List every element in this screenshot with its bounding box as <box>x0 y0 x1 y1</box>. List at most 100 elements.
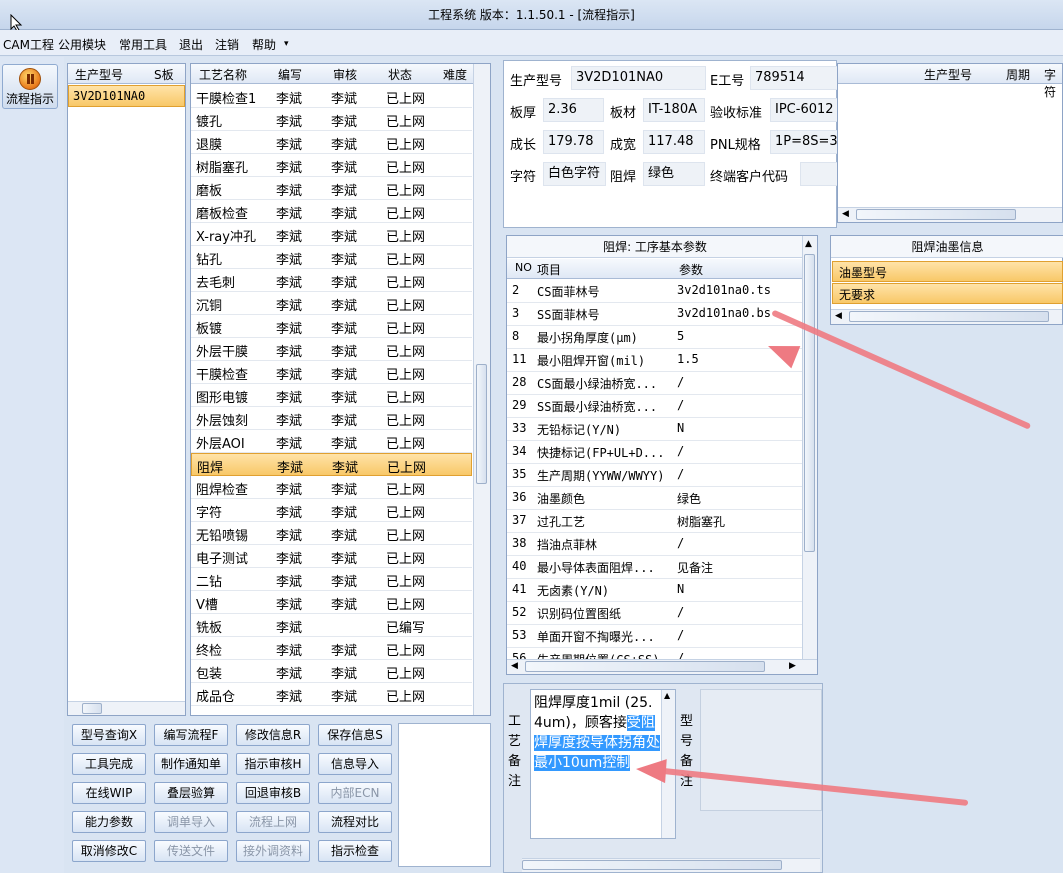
table-row[interactable]: 干膜检查1 李斌 李斌 已上网 <box>191 85 472 108</box>
table-row[interactable]: 去毛刺 李斌 李斌 已上网 <box>191 269 472 292</box>
mat-label: 板材 <box>610 106 637 121</box>
menu-exit[interactable]: 退出 <box>179 36 203 53</box>
table-cell: 李斌 <box>331 92 358 107</box>
param-row[interactable]: 37 过孔工艺 树脂塞孔 <box>507 510 803 533</box>
param-row[interactable]: 3 SS面菲林号 3v2d101na0.bs <box>507 303 803 326</box>
param-row[interactable]: 53 单面开窗不掏曝光... / <box>507 625 803 648</box>
model-list-hscroll[interactable] <box>68 701 185 715</box>
table-cell: 镀孔 <box>196 115 223 130</box>
table-row[interactable]: 外层干膜 李斌 李斌 已上网 <box>191 338 472 361</box>
ink-row[interactable]: 无要求 <box>832 283 1063 304</box>
table-cell: 已上网 <box>386 552 426 567</box>
table-row[interactable]: 成品仓 李斌 李斌 已上网 <box>191 683 472 706</box>
action-button[interactable]: 能力参数 <box>72 811 146 833</box>
table-row[interactable]: 钻孔 李斌 李斌 已上网 <box>191 246 472 269</box>
action-button[interactable]: 保存信息S <box>318 724 392 746</box>
table-row[interactable]: 二钻 李斌 李斌 已上网 <box>191 568 472 591</box>
param-row[interactable]: 11 最小阻焊开窗(mil) 1.5 <box>507 349 803 372</box>
menu-tools[interactable]: 常用工具 <box>119 36 167 53</box>
remarks-hscroll[interactable] <box>522 858 820 872</box>
table-cell: 李斌 <box>276 529 303 544</box>
action-button[interactable]: 接外调资料 <box>236 840 310 862</box>
param-hscroll[interactable]: ◀ ▶ <box>507 659 817 674</box>
right-model-hscroll[interactable]: ◀ <box>838 207 1062 222</box>
action-button[interactable]: 叠层验算 <box>154 782 228 804</box>
table-row[interactable]: 退膜 李斌 李斌 已上网 <box>191 131 472 154</box>
param-cell: 33 <box>512 421 527 435</box>
mat-value: IT-180A <box>643 98 705 122</box>
param-row[interactable]: 41 无卤素(Y/N) N <box>507 579 803 602</box>
action-button[interactable]: 指示检查 <box>318 840 392 862</box>
table-cell: 李斌 <box>331 575 358 590</box>
action-button[interactable]: 内部ECN <box>318 782 392 804</box>
action-button[interactable]: 型号查询X <box>72 724 146 746</box>
table-row[interactable]: 树脂塞孔 李斌 李斌 已上网 <box>191 154 472 177</box>
action-button[interactable]: 工具完成 <box>72 753 146 775</box>
action-button[interactable]: 取消修改C <box>72 840 146 862</box>
cust-label: 终端客户代码 <box>710 170 789 185</box>
param-row[interactable]: 2 CS面菲林号 3v2d101na0.ts <box>507 280 803 303</box>
table-row[interactable]: 阻焊检查 李斌 李斌 已上网 <box>191 476 472 499</box>
action-button[interactable]: 在线WIP <box>72 782 146 804</box>
action-button[interactable]: 回退审核B <box>236 782 310 804</box>
param-row[interactable]: 36 油墨颜色 绿色 <box>507 487 803 510</box>
table-cell: 已上网 <box>386 138 426 153</box>
param-row[interactable]: 40 最小导体表面阻焊... 见备注 <box>507 556 803 579</box>
model-row[interactable]: 3V2D101NA0 <box>68 85 185 107</box>
param-row[interactable]: 38 挡油点菲林 / <box>507 533 803 556</box>
process-vscroll[interactable] <box>473 64 490 715</box>
table-row[interactable]: 镀孔 李斌 李斌 已上网 <box>191 108 472 131</box>
table-row[interactable]: 终检 李斌 李斌 已上网 <box>191 637 472 660</box>
ink-hscroll[interactable]: ◀ <box>831 309 1062 324</box>
table-row[interactable]: 电子测试 李斌 李斌 已上网 <box>191 545 472 568</box>
action-button[interactable]: 制作通知单 <box>154 753 228 775</box>
menu-overflow-icon[interactable]: ▾ <box>284 39 289 49</box>
menu-logout[interactable]: 注销 <box>215 36 239 53</box>
param-cell: 40 <box>512 559 527 573</box>
action-button[interactable]: 流程对比 <box>318 811 392 833</box>
param-row[interactable]: 33 无铅标记(Y/N) N <box>507 418 803 441</box>
param-row[interactable]: 52 识别码位置图纸 / <box>507 602 803 625</box>
param-row[interactable]: 29 SS面最小绿油桥宽... / <box>507 395 803 418</box>
table-row[interactable]: 字符 李斌 李斌 已上网 <box>191 499 472 522</box>
action-button[interactable]: 流程上网 <box>236 811 310 833</box>
action-button[interactable]: 调单导入 <box>154 811 228 833</box>
menu-bar: CAM工程 公用模块 常用工具 退出 注销 帮助 ▾ ▼ <box>0 30 1063 83</box>
table-row[interactable]: 板镀 李斌 李斌 已上网 <box>191 315 472 338</box>
table-row[interactable]: 图形电镀 李斌 李斌 已上网 <box>191 384 472 407</box>
table-row[interactable]: 磨板检查 李斌 李斌 已上网 <box>191 200 472 223</box>
table-row[interactable]: 包装 李斌 李斌 已上网 <box>191 660 472 683</box>
param-row[interactable]: 35 生产周期(YYWW/WWYY) / <box>507 464 803 487</box>
menu-help[interactable]: 帮助 <box>252 36 276 53</box>
action-button[interactable]: 修改信息R <box>236 724 310 746</box>
table-row[interactable]: 干膜检查 李斌 李斌 已上网 <box>191 361 472 384</box>
flow-indicator-label: 流程指示 <box>5 92 54 106</box>
param-row[interactable]: 8 最小拐角厚度(μm) 5 <box>507 326 803 349</box>
menu-cam[interactable]: CAM工程 <box>3 36 54 53</box>
param-vscroll[interactable]: ▲ <box>802 236 817 660</box>
col-ink: 油墨型号 <box>839 266 888 280</box>
param-row[interactable]: 34 快捷标记(FP+UL+D... / <box>507 441 803 464</box>
table-row[interactable]: 阻焊 李斌 李斌 已上网 <box>191 453 472 476</box>
table-row[interactable]: 铣板 李斌 已编写 <box>191 614 472 637</box>
action-button[interactable]: 指示审核H <box>236 753 310 775</box>
table-cell: 李斌 <box>331 184 358 199</box>
table-row[interactable]: 无铅喷锡 李斌 李斌 已上网 <box>191 522 472 545</box>
action-button[interactable]: 编写流程F <box>154 724 228 746</box>
table-cell: 李斌 <box>331 644 358 659</box>
table-row[interactable]: 外层蚀刻 李斌 李斌 已上网 <box>191 407 472 430</box>
table-row[interactable]: 沉铜 李斌 李斌 已上网 <box>191 292 472 315</box>
model-remark-textarea[interactable] <box>700 689 822 811</box>
table-row[interactable]: X-ray冲孔 李斌 李斌 已上网 <box>191 223 472 246</box>
col-writer: 编写 <box>278 68 303 82</box>
table-row[interactable]: V槽 李斌 李斌 已上网 <box>191 591 472 614</box>
param-row[interactable]: 28 CS面最小绿油桥宽... / <box>507 372 803 395</box>
action-button[interactable]: 信息导入 <box>318 753 392 775</box>
action-button[interactable]: 传送文件 <box>154 840 228 862</box>
table-cell: 已上网 <box>386 322 426 337</box>
table-row[interactable]: 磨板 李斌 李斌 已上网 <box>191 177 472 200</box>
flow-indicator-button[interactable]: 流程指示 <box>2 64 58 109</box>
table-row[interactable]: 外层AOI 李斌 李斌 已上网 <box>191 430 472 453</box>
menu-common[interactable]: 公用模块 <box>58 36 106 53</box>
table-cell: 已上网 <box>386 437 426 452</box>
